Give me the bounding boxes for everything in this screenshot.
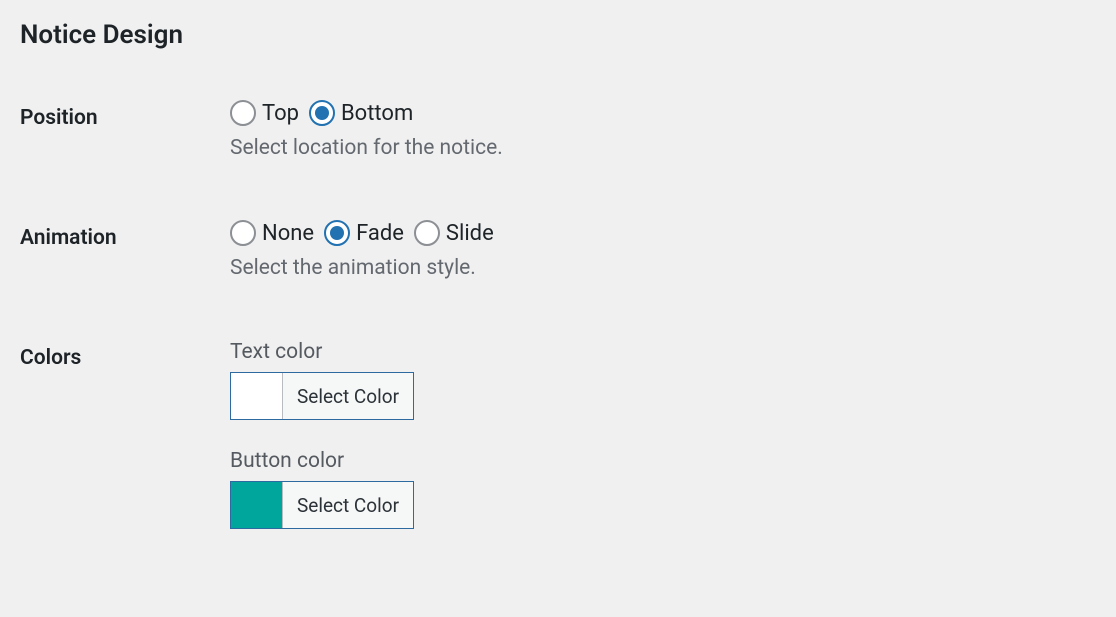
text-color-label: Text color: [230, 340, 1096, 364]
text-color-swatch: [231, 373, 283, 419]
position-field: Top Bottom Select location for the notic…: [230, 100, 1096, 160]
animation-radio-slide-label: Slide: [446, 221, 494, 246]
text-color-picker-button-label: Select Color: [283, 373, 413, 419]
text-color-block: Text color Select Color: [230, 340, 1096, 423]
button-color-picker-button-label: Select Color: [283, 482, 413, 528]
animation-radio-fade[interactable]: Fade: [324, 220, 404, 246]
animation-helper: Select the animation style.: [230, 256, 1096, 280]
radio-icon: [230, 100, 256, 126]
position-radio-group: Top Bottom: [230, 100, 1096, 126]
position-helper: Select location for the notice.: [230, 136, 1096, 160]
colors-row: Colors Text color Select Color Button co…: [20, 340, 1096, 558]
animation-radio-slide[interactable]: Slide: [414, 220, 494, 246]
radio-icon: [414, 220, 440, 246]
animation-radio-none[interactable]: None: [230, 220, 314, 246]
colors-field: Text color Select Color Button color Sel…: [230, 340, 1096, 558]
radio-icon: [324, 220, 350, 246]
animation-radio-none-label: None: [262, 221, 314, 246]
position-radio-top-label: Top: [262, 101, 299, 126]
section-title: Notice Design: [20, 20, 1096, 50]
animation-row: Animation None Fade Slide Select the ani…: [20, 220, 1096, 280]
position-radio-top[interactable]: Top: [230, 100, 299, 126]
button-color-swatch: [231, 482, 283, 528]
animation-field: None Fade Slide Select the animation sty…: [230, 220, 1096, 280]
position-row: Position Top Bottom Select location for …: [20, 100, 1096, 160]
radio-icon: [230, 220, 256, 246]
position-radio-bottom[interactable]: Bottom: [309, 100, 413, 126]
animation-radio-group: None Fade Slide: [230, 220, 1096, 246]
radio-icon: [309, 100, 335, 126]
button-color-picker[interactable]: Select Color: [230, 481, 414, 529]
animation-radio-fade-label: Fade: [356, 221, 404, 246]
animation-label: Animation: [20, 220, 230, 250]
position-radio-bottom-label: Bottom: [341, 101, 413, 126]
colors-label: Colors: [20, 340, 230, 370]
button-color-block: Button color Select Color: [230, 449, 1096, 532]
text-color-picker[interactable]: Select Color: [230, 372, 414, 420]
position-label: Position: [20, 100, 230, 130]
button-color-label: Button color: [230, 449, 1096, 473]
